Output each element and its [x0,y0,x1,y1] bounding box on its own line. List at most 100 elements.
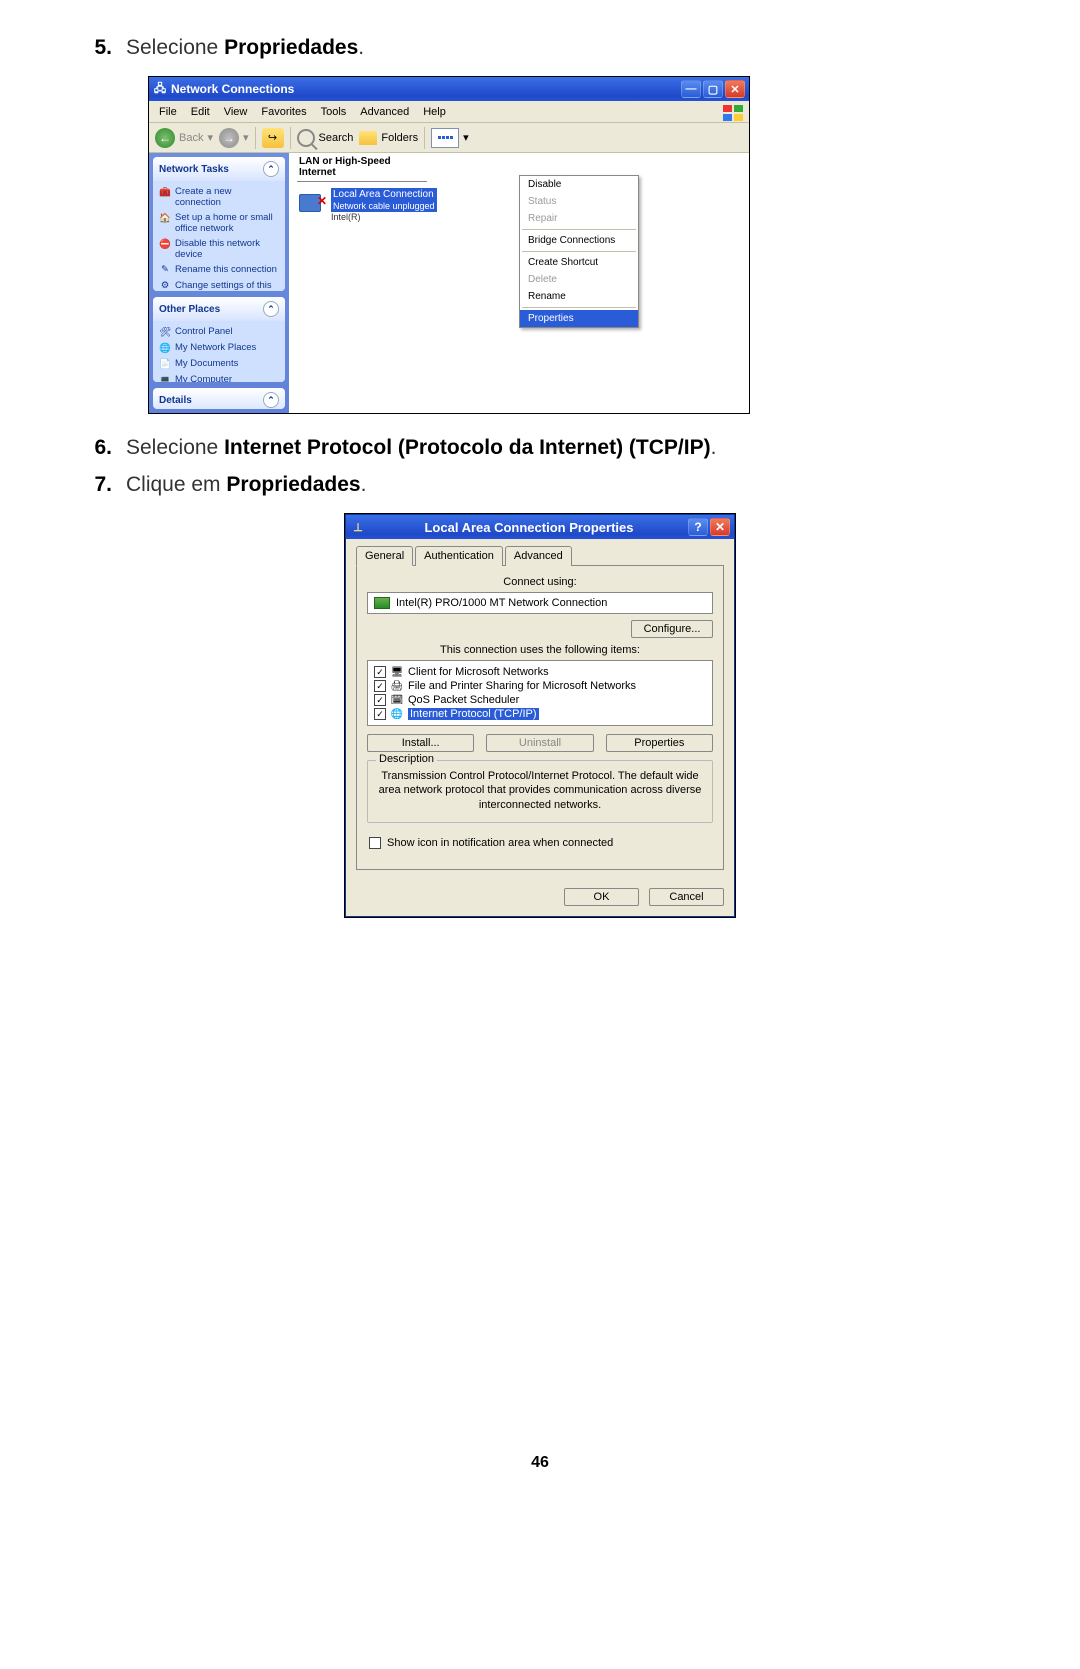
details-panel: Details⌃ [153,388,285,409]
search-button[interactable]: Search [297,129,354,147]
sidebar-item-rename[interactable]: ✎Rename this connection [159,263,279,279]
window-title: Network Connections [171,82,681,96]
ctx-properties[interactable]: Properties [520,310,638,327]
sidebar-item-label: Disable this network device [175,239,279,261]
search-icon [297,129,315,147]
wizard-icon: 🧰 [159,187,171,199]
sidebar-item-disable-device[interactable]: ⛔Disable this network device [159,237,279,263]
ctx-repair[interactable]: Repair [520,210,638,227]
back-button[interactable]: ←Back ▾ [155,128,213,148]
sidebar-item-label: My Network Places [175,343,256,354]
views-button[interactable]: ▾ [431,128,469,148]
toolbar: ← Back ▾ →▾ ↪ Search Folders ▾ [149,123,749,153]
folder-icon [359,131,377,145]
settings-icon: ⚙ [159,281,171,291]
sidebar-item-change-settings[interactable]: ⚙Change settings of this connection [159,279,279,291]
sidebar-item-create-connection[interactable]: 🧰Create a new connection [159,185,279,211]
window-icon: 🖧 [153,82,167,96]
menu-tools[interactable]: Tools [315,104,353,120]
step-7-text-c: . [361,473,367,496]
install-button[interactable]: Install... [367,734,474,752]
menu-view[interactable]: View [218,104,254,120]
sidebar-item-setup-network[interactable]: 🏠Set up a home or small office network [159,211,279,237]
items-label: This connection uses the following items… [367,644,713,656]
tab-advanced[interactable]: Advanced [505,546,572,566]
forward-button[interactable]: →▾ [219,128,249,148]
checkbox-icon[interactable] [374,708,386,720]
show-icon-row[interactable]: Show icon in notification area when conn… [369,837,711,849]
sidebar-item-my-documents[interactable]: 📄My Documents [159,357,279,373]
uninstall-button[interactable]: Uninstall [486,734,593,752]
side-pane: Network Tasks⌃ 🧰Create a new connection … [149,153,289,413]
properties-button[interactable]: Properties [606,734,713,752]
step-6-text-b: Internet Protocol (Protocolo da Internet… [224,436,711,459]
up-folder-icon: ↪ [262,128,284,148]
connection-item[interactable]: ✕ Local Area Connection Network cable un… [289,182,449,222]
step-7-text-a: Clique em [126,473,226,496]
step-7-num: 7. [80,471,112,499]
list-item[interactable]: 🗓QoS Packet Scheduler [372,693,708,707]
sidebar-item-network-places[interactable]: 🌐 My Network Places [159,341,279,357]
menu-edit[interactable]: Edit [185,104,216,120]
ok-button[interactable]: OK [564,888,639,906]
category-header: LAN or High-Speed Internet [297,153,427,182]
close-button[interactable]: ✕ [710,518,730,536]
connection-items-list[interactable]: 🖥Client for Microsoft Networks 🖨File and… [367,660,713,726]
minimize-button[interactable]: — [681,80,701,98]
checkbox-icon[interactable] [374,666,386,678]
up-folder-button[interactable]: ↪ [262,128,284,148]
configure-button[interactable]: Configure... [631,620,713,638]
connect-using-label: Connect using: [367,576,713,588]
menu-file[interactable]: File [153,104,183,120]
network-places-icon: 🌐 [159,343,171,355]
adapter-field: Intel(R) PRO/1000 MT Network Connection [367,592,713,614]
back-arrow-icon: ← [155,128,175,148]
tab-authentication[interactable]: Authentication [415,546,503,566]
collapse-chevron-icon[interactable]: ⌃ [263,392,279,408]
other-places-panel: Other Places⌃ 🛠Control Panel 🌐My Network… [153,297,285,382]
sidebar-item-control-panel[interactable]: 🛠Control Panel [159,325,279,341]
list-item-label: Internet Protocol (TCP/IP) [408,708,539,720]
checkbox-icon[interactable] [374,694,386,706]
step-5-num: 5. [80,34,112,62]
menu-advanced[interactable]: Advanced [354,104,415,120]
tab-panel-general: Connect using: Intel(R) PRO/1000 MT Netw… [356,565,724,870]
collapse-chevron-icon[interactable]: ⌃ [263,161,279,177]
list-item-tcpip[interactable]: 🌐Internet Protocol (TCP/IP) [372,707,708,721]
step-5: 5. Selecione Propriedades. [80,34,1000,62]
cancel-button[interactable]: Cancel [649,888,724,906]
description-legend: Description [376,753,437,765]
menu-help[interactable]: Help [417,104,452,120]
checkbox-icon[interactable] [374,680,386,692]
list-item[interactable]: 🖨File and Printer Sharing for Microsoft … [372,679,708,693]
windows-logo-icon [717,103,745,121]
ctx-rename[interactable]: Rename [520,288,638,305]
back-label: Back [179,132,203,144]
show-icon-checkbox[interactable] [369,837,381,849]
tab-general[interactable]: General [356,546,413,566]
list-item[interactable]: 🖥Client for Microsoft Networks [372,665,708,679]
connection-adapter: Intel(R) [331,212,437,222]
sidebar-item-my-computer[interactable]: 💻My Computer [159,373,279,382]
folders-button[interactable]: Folders [359,131,418,145]
help-button[interactable]: ? [688,518,708,536]
network-tasks-header: Network Tasks [159,164,229,175]
step-6-text-c: . [711,436,717,459]
show-icon-label: Show icon in notification area when conn… [387,837,613,849]
menu-favorites[interactable]: Favorites [255,104,312,120]
chevron-down-icon: ▾ [463,131,469,144]
close-button[interactable]: ✕ [725,80,745,98]
collapse-chevron-icon[interactable]: ⌃ [263,301,279,317]
sidebar-item-label: Control Panel [175,327,233,338]
ctx-disable[interactable]: Disable [520,176,638,193]
ctx-bridge[interactable]: Bridge Connections [520,232,638,249]
window-titlebar[interactable]: 🖧 Network Connections — ▢ ✕ [149,77,749,101]
ctx-status[interactable]: Status [520,193,638,210]
list-item-label: Client for Microsoft Networks [408,666,549,678]
maximize-button[interactable]: ▢ [703,80,723,98]
step-6-num: 6. [80,434,112,462]
ctx-shortcut[interactable]: Create Shortcut [520,254,638,271]
dialog-titlebar[interactable]: ⊥ Local Area Connection Properties ? ✕ [346,515,734,539]
chevron-down-icon: ▾ [243,131,249,144]
ctx-delete[interactable]: Delete [520,271,638,288]
